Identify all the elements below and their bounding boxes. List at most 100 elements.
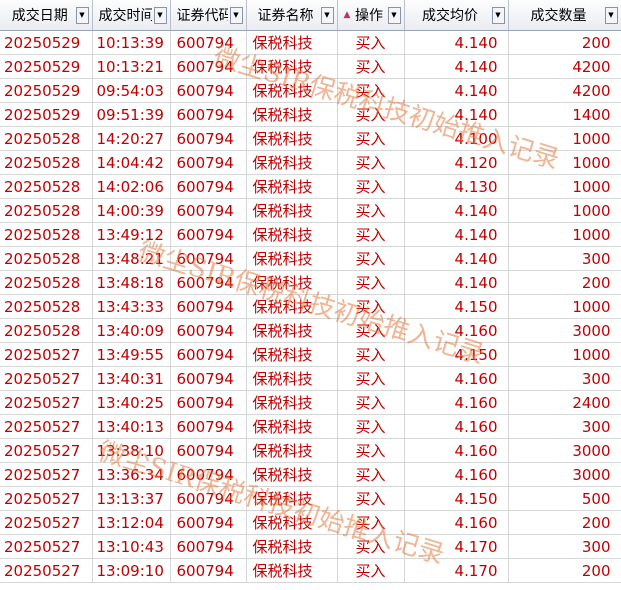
table-row[interactable]: 20250527 13:40:13 600794 保税科技 买入 4.160 300 [0, 414, 621, 439]
filter-dropdown-icon[interactable]: ▼ [491, 6, 505, 24]
cell-avg-price: 4.140 [404, 30, 509, 55]
table-row[interactable]: 20250529 10:13:21 600794 保税科技 买入 4.140 4200 [0, 54, 621, 79]
header-label: 操作 [354, 8, 383, 24]
cell-trade-date: 20250528 [0, 174, 93, 199]
cell-security-code: 600794 [170, 222, 247, 247]
cell-operation: 买入 [337, 102, 405, 127]
header-trade-time[interactable]: 成交时间 ▼ [92, 0, 171, 31]
cell-avg-price: 4.160 [404, 366, 509, 391]
cell-operation: 买入 [337, 54, 405, 79]
table-row[interactable]: 20250527 13:09:10 600794 保税科技 买入 4.170 200 [0, 558, 621, 583]
table-row[interactable]: 20250529 10:13:39 600794 保税科技 买入 4.140 200 [0, 30, 621, 55]
cell-trade-time: 13:40:25 [92, 390, 171, 415]
cell-quantity: 3000 [508, 318, 621, 343]
cell-security-name: 保税科技 [246, 78, 338, 103]
table-row[interactable]: 20250527 13:40:31 600794 保税科技 买入 4.160 300 [0, 366, 621, 391]
cell-security-code: 600794 [170, 390, 247, 415]
table-row[interactable]: 20250529 09:51:39 600794 保税科技 买入 4.140 1400 [0, 102, 621, 127]
table-row[interactable]: 20250528 14:20:27 600794 保税科技 买入 4.100 1000 [0, 126, 621, 151]
cell-operation: 买入 [337, 366, 405, 391]
cell-operation: 买入 [337, 174, 405, 199]
filter-dropdown-icon[interactable]: ▼ [604, 6, 618, 24]
table-row[interactable]: 20250528 13:48:21 600794 保税科技 买入 4.140 300 [0, 246, 621, 271]
cell-security-code: 600794 [170, 462, 247, 487]
cell-security-name: 保税科技 [246, 54, 338, 79]
cell-security-code: 600794 [170, 414, 247, 439]
cell-quantity: 200 [508, 558, 621, 583]
table-row[interactable]: 20250529 09:54:03 600794 保税科技 买入 4.140 4200 [0, 78, 621, 103]
cell-quantity: 200 [508, 30, 621, 55]
table-row[interactable]: 20250528 13:43:33 600794 保税科技 买入 4.150 1000 [0, 294, 621, 319]
cell-trade-date: 20250528 [0, 246, 93, 271]
cell-avg-price: 4.160 [404, 414, 509, 439]
cell-trade-date: 20250527 [0, 510, 93, 535]
header-trade-date[interactable]: 成交日期 ▼ [0, 0, 93, 31]
cell-security-name: 保税科技 [246, 318, 338, 343]
cell-quantity: 3000 [508, 438, 621, 463]
cell-quantity: 500 [508, 486, 621, 511]
table-row[interactable]: 20250527 13:38:10 600794 保税科技 买入 4.160 3000 [0, 438, 621, 463]
cell-quantity: 200 [508, 270, 621, 295]
cell-trade-time: 09:51:39 [92, 102, 171, 127]
table-row[interactable]: 20250528 14:00:39 600794 保税科技 买入 4.140 1000 [0, 198, 621, 223]
trade-table: 成交日期 ▼ 成交时间 ▼ 证券代码 ▼ 证券名称 ▼ ▲ 操作 ▼ 成交均价 ▼ 成交数量 ▼… [0, 0, 621, 583]
header-label: 成交数量 [530, 8, 587, 24]
table-row[interactable]: 20250527 13:12:04 600794 保税科技 买入 4.160 200 [0, 510, 621, 535]
header-security-code[interactable]: 证券代码 ▼ [170, 0, 247, 31]
filter-dropdown-icon[interactable]: ▼ [153, 6, 167, 24]
cell-security-name: 保税科技 [246, 486, 338, 511]
filter-dropdown-icon[interactable]: ▼ [229, 6, 243, 24]
cell-security-name: 保税科技 [246, 270, 338, 295]
cell-operation: 买入 [337, 198, 405, 223]
cell-trade-date: 20250528 [0, 198, 93, 223]
cell-trade-date: 20250528 [0, 126, 93, 151]
filter-dropdown-icon[interactable]: ▼ [387, 6, 401, 24]
filter-dropdown-icon[interactable]: ▼ [75, 6, 89, 24]
cell-avg-price: 4.140 [404, 222, 509, 247]
header-operation[interactable]: ▲ 操作 ▼ [337, 0, 405, 31]
cell-avg-price: 4.100 [404, 126, 509, 151]
table-row[interactable]: 20250527 13:10:43 600794 保税科技 买入 4.170 300 [0, 534, 621, 559]
table-row[interactable]: 20250528 13:49:12 600794 保税科技 买入 4.140 1000 [0, 222, 621, 247]
cell-trade-date: 20250527 [0, 438, 93, 463]
header-label: 证券代码 [176, 8, 228, 24]
cell-trade-time: 13:36:34 [92, 462, 171, 487]
header-quantity[interactable]: 成交数量 ▼ [508, 0, 621, 31]
cell-security-code: 600794 [170, 246, 247, 271]
table-row[interactable]: 20250527 13:49:55 600794 保税科技 买入 4.150 1000 [0, 342, 621, 367]
cell-avg-price: 4.160 [404, 438, 509, 463]
table-row[interactable]: 20250528 13:40:09 600794 保税科技 买入 4.160 3000 [0, 318, 621, 343]
header-security-name[interactable]: 证券名称 ▼ [246, 0, 338, 31]
cell-security-code: 600794 [170, 366, 247, 391]
filter-dropdown-icon[interactable]: ▼ [320, 6, 334, 24]
cell-avg-price: 4.140 [404, 246, 509, 271]
cell-quantity: 4200 [508, 78, 621, 103]
cell-operation: 买入 [337, 486, 405, 511]
header-label: 证券名称 [257, 8, 314, 24]
table-row[interactable]: 20250528 14:02:06 600794 保税科技 买入 4.130 1000 [0, 174, 621, 199]
cell-trade-date: 20250528 [0, 270, 93, 295]
cell-security-code: 600794 [170, 558, 247, 583]
table-row[interactable]: 20250527 13:40:25 600794 保税科技 买入 4.160 2400 [0, 390, 621, 415]
cell-security-code: 600794 [170, 318, 247, 343]
cell-avg-price: 4.140 [404, 54, 509, 79]
cell-quantity: 300 [508, 246, 621, 271]
sort-ascending-icon: ▲ [343, 10, 351, 20]
cell-avg-price: 4.150 [404, 294, 509, 319]
cell-operation: 买入 [337, 294, 405, 319]
cell-trade-time: 09:54:03 [92, 78, 171, 103]
cell-avg-price: 4.160 [404, 510, 509, 535]
cell-trade-time: 14:04:42 [92, 150, 171, 175]
cell-trade-time: 13:38:10 [92, 438, 171, 463]
cell-security-name: 保税科技 [246, 222, 338, 247]
cell-trade-time: 10:13:39 [92, 30, 171, 55]
header-avg-price[interactable]: 成交均价 ▼ [404, 0, 509, 31]
cell-avg-price: 4.120 [404, 150, 509, 175]
table-row[interactable]: 20250527 13:13:37 600794 保税科技 买入 4.150 500 [0, 486, 621, 511]
cell-operation: 买入 [337, 318, 405, 343]
table-row[interactable]: 20250528 13:48:18 600794 保税科技 买入 4.140 200 [0, 270, 621, 295]
table-row[interactable]: 20250527 13:36:34 600794 保税科技 买入 4.160 3000 [0, 462, 621, 487]
table-row[interactable]: 20250528 14:04:42 600794 保税科技 买入 4.120 1000 [0, 150, 621, 175]
cell-trade-date: 20250529 [0, 102, 93, 127]
cell-quantity: 300 [508, 366, 621, 391]
